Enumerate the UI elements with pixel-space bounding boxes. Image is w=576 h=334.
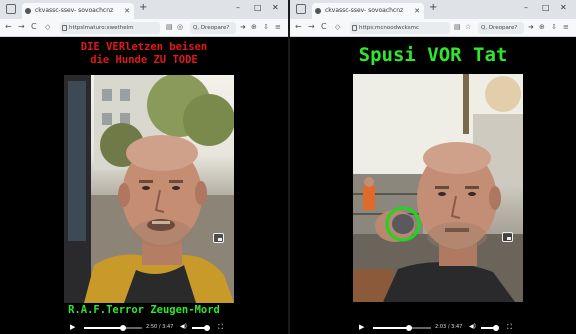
seek-progress [84, 327, 123, 329]
play-icon[interactable]: ▶ [359, 323, 364, 331]
tab-title: ckvassc-ssev- sovoachcnz [325, 7, 404, 14]
address-bar[interactable]: https:mcnoodwcksmc [350, 22, 450, 34]
extensions-icon[interactable]: ⊕ [539, 23, 545, 31]
seek-bar[interactable] [373, 325, 431, 331]
browser-tab[interactable]: ckvassc-ssev- sovoachcnz ✕ [22, 3, 134, 19]
time-display: 2:50 / 3:47 [146, 324, 174, 330]
video-frame [64, 75, 234, 303]
lock-icon [62, 25, 67, 31]
reload-icon[interactable]: C [321, 22, 327, 31]
reader-icon[interactable]: ▤ [166, 23, 173, 31]
shield-icon: ◇ [45, 23, 51, 31]
fullscreen-icon[interactable]: ⛶ [507, 323, 512, 332]
picture-in-picture-icon[interactable] [213, 233, 224, 243]
top-caption-line-1: DIE VERletzen beisen [80, 41, 208, 53]
video-player[interactable] [64, 75, 234, 303]
volume-icon[interactable]: ◀) [180, 323, 187, 330]
menu-icon[interactable]: ≡ [563, 23, 569, 31]
tab-overview-icon[interactable] [6, 4, 16, 14]
minimize-icon[interactable]: – [236, 3, 240, 12]
download-icon[interactable]: ⇩ [263, 23, 269, 31]
browser-tab[interactable]: ckvassc-ssev- sovoachcnz ✕ [312, 3, 424, 19]
video-controls: ▶ 2:50 / 3:47 ◀) ⛶ [64, 322, 234, 334]
top-caption: Spusi VOR Tat [358, 44, 508, 66]
address-bar[interactable]: httpslmaturo:xwethelm [60, 22, 160, 34]
fullscreen-icon[interactable]: ⛶ [218, 323, 223, 332]
audio-playing-icon [315, 8, 321, 14]
favicon-icon [25, 8, 31, 14]
search-input[interactable]: Q, Dreopare? [190, 22, 236, 34]
shield-icon: ◇ [335, 23, 341, 31]
maximize-icon[interactable]: □ [254, 3, 262, 12]
minimize-icon[interactable]: – [524, 3, 528, 12]
search-input[interactable]: Q, Dreopare? [478, 22, 524, 34]
download-icon[interactable]: ⇩ [551, 23, 557, 31]
forward-icon[interactable]: → [18, 22, 25, 31]
volume-icon[interactable]: ◀) [469, 323, 476, 330]
volume-handle[interactable] [204, 325, 210, 331]
seek-handle[interactable] [119, 325, 126, 331]
new-tab-icon[interactable]: + [139, 2, 147, 13]
video-frame [353, 74, 523, 302]
tab-close-icon[interactable]: ✕ [414, 3, 420, 19]
forward-icon[interactable]: → [308, 22, 315, 31]
video-player[interactable] [353, 74, 523, 302]
seek-bar[interactable] [84, 325, 142, 331]
navigation-bar: ← → C ◇ httpslmaturo:xwethelm ▤ ◎ Q, Dre… [0, 19, 288, 37]
reader-icon[interactable]: ▤ [454, 23, 461, 31]
seek-progress [373, 327, 409, 329]
url-text: httpslmaturo:xwethelm [69, 25, 134, 31]
browser-window-right: ckvassc-ssev- sovoachcnz ✕ + – □ ✕ ← → C… [290, 0, 576, 334]
tab-overview-icon[interactable] [296, 4, 306, 14]
bottom-caption: R.A.F.Terror Zeugen-Mord [68, 304, 220, 316]
back-icon[interactable]: ← [5, 22, 12, 31]
seek-handle[interactable] [405, 325, 412, 331]
forward-search-icon[interactable]: ➜ [240, 23, 246, 31]
video-controls: ▶ 2:03 / 3:47 ◀) ⛶ [353, 322, 523, 334]
volume-handle[interactable] [493, 325, 499, 331]
extensions-icon[interactable]: ⊕ [251, 23, 257, 31]
tab-bar: ckvassc-ssev- sovoachcnz ✕ + – □ ✕ [290, 0, 576, 19]
tab-title: ckvassc-ssev- sovoachcnz [35, 7, 114, 14]
reload-icon[interactable]: C [31, 22, 37, 31]
forward-search-icon[interactable]: ➜ [528, 23, 534, 31]
browser-window-left: ckvassc-ssev- sovoachcnz ✕ + – □ ✕ ← → C… [0, 0, 288, 334]
tab-bar: ckvassc-ssev- sovoachcnz ✕ + – □ ✕ [0, 0, 288, 19]
time-display: 2:03 / 3:47 [435, 324, 463, 330]
back-icon[interactable]: ← [295, 22, 302, 31]
menu-icon[interactable]: ≡ [275, 23, 281, 31]
new-tab-icon[interactable]: + [429, 2, 437, 13]
bookmark-icon[interactable]: ☆ [465, 23, 471, 31]
window-close-icon[interactable]: ✕ [560, 3, 567, 12]
window-close-icon[interactable]: ✕ [272, 3, 279, 12]
maximize-icon[interactable]: □ [542, 3, 550, 12]
picture-in-picture-icon[interactable] [502, 232, 513, 242]
top-caption-line-2: die Hunde ZU TODE [90, 54, 198, 66]
highlight-circle [385, 206, 421, 242]
url-text: https:mcnoodwcksmc [359, 25, 420, 31]
navigation-bar: ← → C ◇ https:mcnoodwcksmc ▤ ☆ Q, Dreopa… [290, 19, 576, 37]
tracking-icon: ◎ [177, 23, 184, 31]
play-icon[interactable]: ▶ [70, 323, 75, 331]
tab-close-icon[interactable]: ✕ [124, 3, 130, 19]
lock-icon [352, 25, 357, 31]
